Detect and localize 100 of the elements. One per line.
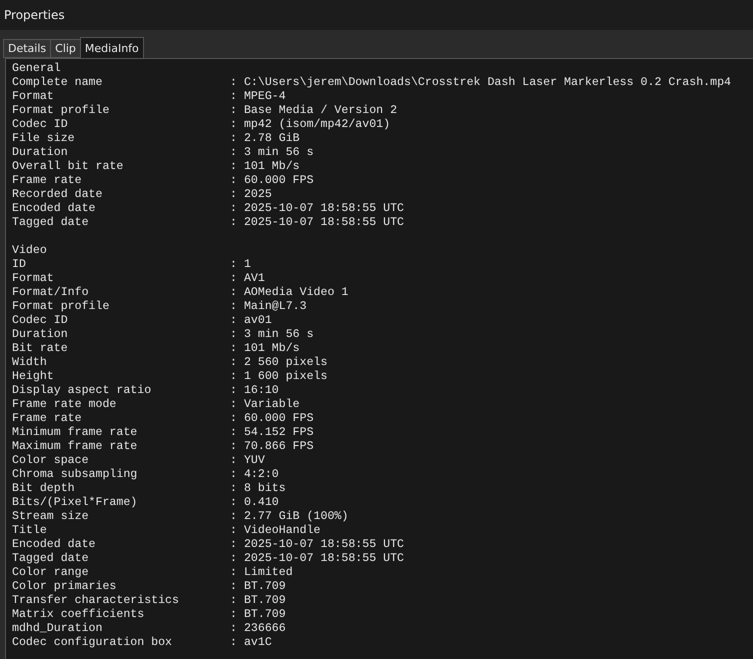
field-value: Limited bbox=[244, 566, 293, 580]
field-value: 2025-10-07 18:58:55 UTC bbox=[244, 216, 404, 230]
field-label: Frame rate mode bbox=[12, 398, 118, 412]
field-value: AOMedia Video 1 bbox=[244, 286, 348, 300]
field-value: 16:10 bbox=[244, 384, 279, 398]
separator: : bbox=[230, 524, 237, 538]
field-label: Matrix coefficients bbox=[12, 608, 146, 622]
separator: : bbox=[230, 174, 237, 188]
field-value: 2025 bbox=[244, 188, 272, 202]
separator: : bbox=[230, 482, 237, 496]
tab[interactable]: MediaInfo bbox=[80, 37, 144, 58]
separator: : bbox=[230, 622, 237, 636]
field-value: VideoHandle bbox=[244, 524, 320, 538]
field-label: Frame rate bbox=[12, 174, 83, 188]
field-label: Color range bbox=[12, 566, 90, 580]
field-label: Complete name bbox=[12, 76, 104, 90]
separator: : bbox=[230, 146, 237, 160]
field-value: av01 bbox=[244, 314, 272, 328]
field-label: Color space bbox=[12, 454, 90, 468]
field-value: 3 min 56 s bbox=[244, 328, 314, 342]
separator: : bbox=[230, 258, 237, 272]
field-value: 2025-10-07 18:58:55 UTC bbox=[244, 552, 404, 566]
separator: : bbox=[230, 566, 237, 580]
separator: : bbox=[230, 118, 237, 132]
field-value: 70.866 FPS bbox=[244, 440, 314, 454]
field-label: Encoded date bbox=[12, 202, 96, 216]
field-value: 2025-10-07 18:58:55 UTC bbox=[244, 538, 404, 552]
field-label: Duration bbox=[12, 146, 69, 160]
separator: : bbox=[230, 202, 237, 216]
field-value: YUV bbox=[244, 454, 265, 468]
separator: : bbox=[230, 356, 237, 370]
field-label: Bit rate bbox=[12, 342, 69, 356]
field-label: Minimum frame rate bbox=[12, 426, 138, 440]
field-value: 8 bits bbox=[244, 482, 286, 496]
separator: : bbox=[230, 160, 237, 174]
field-value: 2.78 GiB bbox=[244, 132, 300, 146]
field-label: Overall bit rate bbox=[12, 160, 124, 174]
separator: : bbox=[230, 104, 237, 118]
field-value: BT.709 bbox=[244, 580, 286, 594]
field-label: Height bbox=[12, 370, 55, 384]
field-label: Bit depth bbox=[12, 482, 76, 496]
field-label: Chroma subsampling bbox=[12, 468, 138, 482]
field-label: Codec ID bbox=[12, 118, 69, 132]
field-label: Title bbox=[12, 524, 48, 538]
field-value: 60.000 FPS bbox=[244, 412, 314, 426]
field-label: ID bbox=[12, 258, 27, 272]
separator: : bbox=[230, 552, 237, 566]
field-value: 2025-10-07 18:58:55 UTC bbox=[244, 202, 404, 216]
section-heading: Video bbox=[12, 244, 48, 258]
separator: : bbox=[230, 426, 237, 440]
field-label: Format profile bbox=[12, 104, 110, 118]
field-label: Encoded date bbox=[12, 538, 96, 552]
field-value: 236666 bbox=[244, 622, 286, 636]
field-label: Color primaries bbox=[12, 580, 118, 594]
field-label: Bits/(Pixel*Frame) bbox=[12, 496, 138, 510]
field-value: 3 min 56 s bbox=[244, 146, 314, 160]
field-value: MPEG-4 bbox=[244, 90, 286, 104]
field-value: av1C bbox=[244, 636, 272, 650]
separator: : bbox=[230, 496, 237, 510]
field-value: 101 Mb/s bbox=[244, 160, 300, 174]
field-label: Format profile bbox=[12, 300, 110, 314]
field-label: Codec configuration box bbox=[12, 636, 174, 650]
section-heading: General bbox=[12, 62, 62, 76]
field-label: File size bbox=[12, 132, 76, 146]
separator: : bbox=[230, 132, 237, 146]
separator: : bbox=[230, 594, 237, 608]
separator: : bbox=[230, 76, 237, 90]
separator: : bbox=[230, 454, 237, 468]
field-label: mdhd_Duration bbox=[12, 622, 104, 636]
field-label: Duration bbox=[12, 328, 69, 342]
separator: : bbox=[230, 216, 237, 230]
field-label: Tagged date bbox=[12, 552, 90, 566]
field-value: 1 600 pixels bbox=[244, 370, 328, 384]
field-value: 2.77 GiB (100%) bbox=[244, 510, 348, 524]
separator: : bbox=[230, 608, 237, 622]
separator: : bbox=[230, 90, 237, 104]
field-value: 1 bbox=[244, 258, 251, 272]
field-value: 0.410 bbox=[244, 496, 279, 510]
field-label: Format/Info bbox=[12, 286, 90, 300]
field-label: Width bbox=[12, 356, 48, 370]
window-title: Properties bbox=[4, 8, 65, 22]
field-value: Variable bbox=[244, 398, 300, 412]
field-label: Recorded date bbox=[12, 188, 104, 202]
tab[interactable]: Details bbox=[3, 39, 52, 58]
separator: : bbox=[230, 286, 237, 300]
field-label: Transfer characteristics bbox=[12, 594, 180, 608]
separator: : bbox=[230, 440, 237, 454]
separator: : bbox=[230, 384, 237, 398]
field-label: Stream size bbox=[12, 510, 90, 524]
separator: : bbox=[230, 468, 237, 482]
field-label: Tagged date bbox=[12, 216, 90, 230]
field-label: Format bbox=[12, 272, 55, 286]
field-value: BT.709 bbox=[244, 608, 286, 622]
tab[interactable]: Clip bbox=[50, 39, 81, 58]
field-value: Main@L7.3 bbox=[244, 300, 307, 314]
field-value: mp42 (isom/mp42/av01) bbox=[244, 118, 390, 132]
field-value: 101 Mb/s bbox=[244, 342, 300, 356]
field-value: Base Media / Version 2 bbox=[244, 104, 398, 118]
field-value: C:\Users\jerem\Downloads\Crosstrek Dash Laser Markerless 0.2 Crash.mp4 bbox=[244, 76, 731, 90]
separator: : bbox=[230, 300, 237, 314]
